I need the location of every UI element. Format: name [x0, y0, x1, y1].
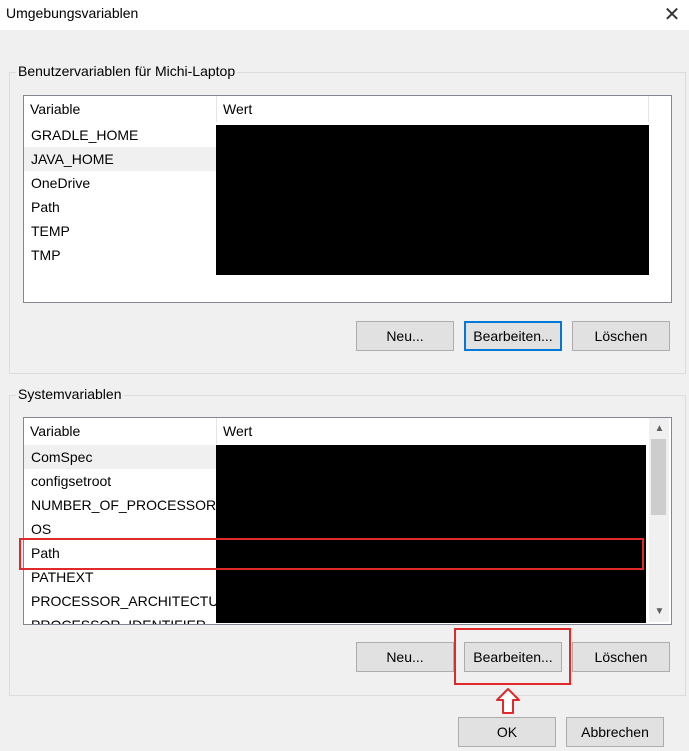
close-button[interactable]: ✕: [657, 0, 687, 28]
list-item[interactable]: PROCESSOR_ARCHITECTU...: [24, 589, 216, 613]
column-header-value[interactable]: Wert: [217, 96, 647, 122]
cancel-button[interactable]: Abbrechen: [566, 717, 664, 747]
path-row-highlight: [19, 538, 644, 570]
column-divider[interactable]: [648, 96, 649, 122]
list-item-selected[interactable]: JAVA_HOME: [24, 147, 216, 171]
user-delete-button[interactable]: Löschen: [572, 321, 670, 351]
list-item[interactable]: NUMBER_OF_PROCESSORS: [24, 493, 216, 517]
edit-button-highlight: [454, 628, 571, 685]
chevron-down-icon: ▼: [654, 606, 665, 617]
list-item[interactable]: TEMP: [24, 219, 216, 243]
arrow-up-icon: [496, 688, 520, 714]
list-item[interactable]: PROCESSOR_IDENTIFIER: [24, 613, 216, 624]
scroll-up-button[interactable]: ▲: [651, 420, 668, 437]
list-item[interactable]: OneDrive: [24, 171, 216, 195]
column-header-variable[interactable]: Variable: [24, 418, 216, 444]
list-item[interactable]: TMP: [24, 243, 216, 267]
system-delete-button[interactable]: Löschen: [572, 642, 670, 672]
system-new-button[interactable]: Neu...: [356, 642, 454, 672]
chevron-up-icon: ▲: [654, 423, 665, 434]
redacted-values: [216, 125, 649, 275]
scrollbar-thumb[interactable]: [651, 439, 666, 515]
list-item[interactable]: configsetroot: [24, 469, 216, 493]
window-title: Umgebungsvariablen: [6, 5, 139, 21]
user-variables-list[interactable]: Variable Wert GRADLE_HOME JAVA_HOME OneD…: [23, 95, 672, 303]
column-header-variable[interactable]: Variable: [24, 96, 216, 122]
user-new-button[interactable]: Neu...: [356, 321, 454, 351]
system-variables-label: Systemvariablen: [16, 386, 124, 402]
vertical-scrollbar[interactable]: ▲ ▼: [649, 418, 669, 622]
list-item[interactable]: Path: [24, 195, 216, 219]
ok-button[interactable]: OK: [458, 717, 556, 747]
title-bar: Umgebungsvariablen ✕: [0, 0, 689, 30]
user-variables-label: Benutzervariablen für Michi-Laptop: [16, 63, 238, 79]
scroll-down-button[interactable]: ▼: [651, 603, 668, 620]
system-variables-list[interactable]: Variable Wert ComSpec configsetroot NUMB…: [23, 417, 672, 625]
redacted-values: [216, 445, 646, 623]
list-item[interactable]: GRADLE_HOME: [24, 123, 216, 147]
list-item-selected[interactable]: ComSpec: [24, 445, 216, 469]
column-header-value[interactable]: Wert: [217, 418, 647, 444]
user-edit-button[interactable]: Bearbeiten...: [464, 321, 562, 351]
close-icon: ✕: [663, 3, 681, 26]
